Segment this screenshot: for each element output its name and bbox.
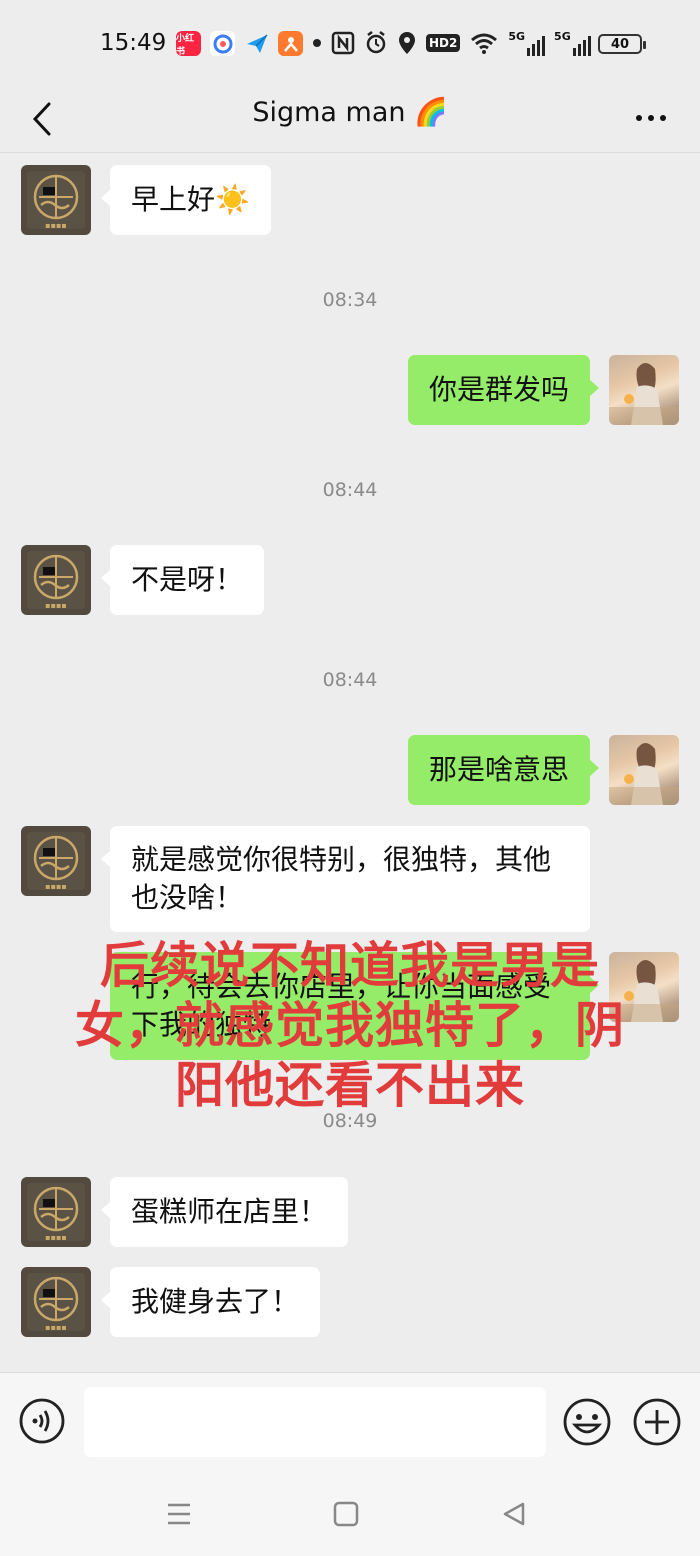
incoming-message[interactable]: 早上好☀️ xyxy=(101,165,271,235)
browser-icon xyxy=(210,31,235,56)
emoji-icon xyxy=(563,1398,611,1446)
overlay-caption-line: 阳他还看不出来 xyxy=(174,1057,525,1114)
wifi-icon xyxy=(471,33,498,54)
system-status-icons: HD2 5G 5G xyxy=(312,30,591,56)
voice-input-button[interactable] xyxy=(18,1397,66,1445)
more-options-button[interactable] xyxy=(628,98,674,138)
alarm-icon xyxy=(366,31,386,54)
system-navigation-bar xyxy=(0,1470,700,1556)
dot-icon xyxy=(313,39,321,47)
home-square-icon xyxy=(333,1501,359,1527)
contact-avatar[interactable]: ▪▪▪▪ xyxy=(21,165,91,235)
incoming-message[interactable]: 我健身去了！ xyxy=(100,1267,321,1337)
status-time: 15:49 xyxy=(100,30,167,56)
more-actions-button[interactable] xyxy=(632,1397,682,1447)
battery-icon: 40 xyxy=(598,34,646,54)
my-avatar[interactable] xyxy=(609,355,679,425)
home-button[interactable] xyxy=(328,1496,364,1532)
message-input[interactable] xyxy=(84,1387,546,1457)
signal-1-icon: 5G xyxy=(508,30,546,56)
svg-text:▪▪▪▪: ▪▪▪▪ xyxy=(45,1323,67,1332)
outgoing-message[interactable]: 那是啥意思 xyxy=(407,735,600,805)
outgoing-message[interactable]: 你是群发吗 xyxy=(407,355,600,425)
chat-header: Sigma man 🌈 xyxy=(0,86,700,152)
emoji-button[interactable] xyxy=(562,1397,612,1447)
hd-icon: HD2 xyxy=(426,34,461,52)
recent-apps-button[interactable] xyxy=(161,1496,197,1532)
notification-icons: 小红书 xyxy=(176,31,303,57)
status-bar: 15:49 小红书 HD2 5G 5G 40 xyxy=(0,0,700,86)
message-timestamp: 08:34 xyxy=(322,289,378,311)
svg-text:▪▪▪▪: ▪▪▪▪ xyxy=(45,601,67,610)
contact-avatar[interactable]: ▪▪▪▪ xyxy=(21,545,91,615)
overlay-caption-line: 后续说不知道我是男是 xyxy=(99,937,600,994)
system-back-button[interactable] xyxy=(496,1496,532,1532)
menu-icon xyxy=(168,1503,190,1525)
header-divider xyxy=(0,152,700,153)
triangle-back-icon xyxy=(503,1502,525,1526)
incoming-message[interactable]: 不是呀！ xyxy=(100,545,265,615)
incoming-message[interactable]: 就是感觉你很特别，很独特，其他也没啥！ xyxy=(101,826,590,932)
chat-title: Sigma man 🌈 xyxy=(252,97,448,128)
input-bar xyxy=(0,1372,700,1470)
app-orange-icon xyxy=(278,31,303,56)
my-avatar[interactable] xyxy=(609,735,679,805)
nfc-icon xyxy=(331,31,355,55)
svg-text:▪▪▪▪: ▪▪▪▪ xyxy=(45,882,67,891)
contact-avatar[interactable]: ▪▪▪▪ xyxy=(21,1177,91,1247)
signal-2-icon: 5G xyxy=(554,30,591,56)
overlay-caption: 后续说不知道我是男是 女，就感觉我独特了，阴 阳他还看不出来 xyxy=(20,936,680,1116)
voice-icon xyxy=(19,1398,65,1444)
message-timestamp: 08:44 xyxy=(322,479,378,501)
svg-text:▪▪▪▪: ▪▪▪▪ xyxy=(45,1233,67,1242)
location-icon xyxy=(399,32,415,54)
svg-text:▪▪▪▪: ▪▪▪▪ xyxy=(45,221,67,230)
overlay-caption-line: 女，就感觉我独特了，阴 xyxy=(74,997,625,1054)
contact-avatar[interactable]: ▪▪▪▪ xyxy=(21,1267,91,1337)
plus-icon xyxy=(633,1398,681,1446)
contact-avatar[interactable]: ▪▪▪▪ xyxy=(21,826,91,896)
paper-plane-icon xyxy=(244,31,269,56)
xiaohongshu-icon: 小红书 xyxy=(176,31,201,57)
incoming-message[interactable]: 蛋糕师在店里！ xyxy=(100,1177,349,1247)
message-timestamp: 08:44 xyxy=(322,669,378,691)
